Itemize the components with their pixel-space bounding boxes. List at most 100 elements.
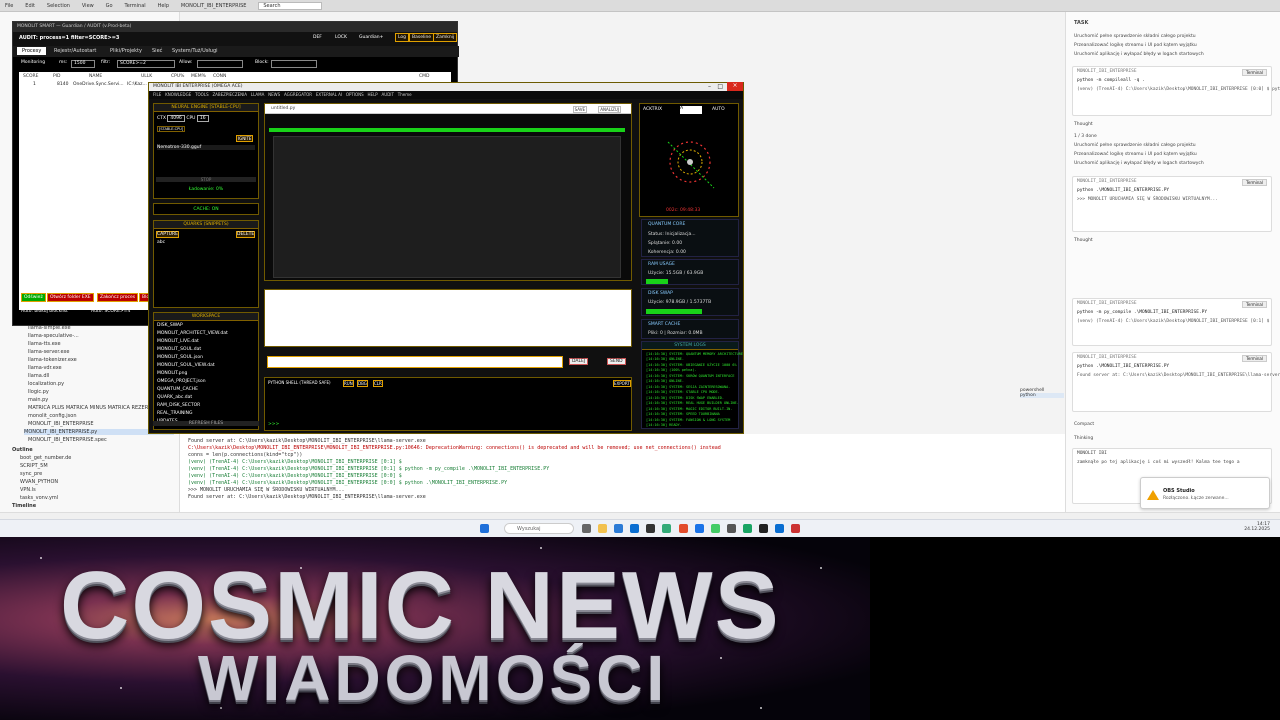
tab-rejestr[interactable]: Rejestr/Autostart bbox=[49, 47, 101, 55]
explorer-item[interactable]: llama-vdr.exe bbox=[28, 365, 62, 371]
explorer-item[interactable]: MONOLIT_IBI_ENTERPRISE.spec bbox=[28, 437, 107, 443]
column-header[interactable]: CMD bbox=[419, 74, 430, 79]
editor-tab[interactable]: untitled.py bbox=[271, 106, 295, 111]
outline-item[interactable]: tasks_vonv.yml bbox=[20, 495, 58, 501]
app-icon[interactable] bbox=[662, 524, 671, 533]
acktrix-checkbox[interactable]: ACKTRIX bbox=[643, 107, 662, 112]
column-header[interactable]: CPU% bbox=[171, 74, 184, 79]
thought-label[interactable]: Thought bbox=[1074, 238, 1093, 243]
terminal-button[interactable]: Terminal bbox=[1242, 355, 1267, 362]
menu-terminal[interactable]: Terminal bbox=[125, 3, 146, 9]
tab-system[interactable]: System/Tuż/Usługi bbox=[167, 47, 223, 55]
tab-pliki[interactable]: Pliki/Projekty bbox=[105, 47, 147, 55]
column-header[interactable]: PID bbox=[53, 74, 61, 79]
menu-aggregator[interactable]: AGGREGATOR bbox=[284, 92, 312, 97]
workspace-file[interactable]: MONOLIT_ARCHITECT_VIEW.dat bbox=[157, 331, 228, 336]
column-header[interactable]: CONN bbox=[213, 74, 226, 79]
obs-notification[interactable]: OBS Studio Rozłączono. Łącze zerwane... bbox=[1140, 477, 1270, 509]
outline-item[interactable]: SCRIPT_5M bbox=[20, 463, 48, 469]
thought-label[interactable]: Thought bbox=[1074, 122, 1093, 127]
column-header[interactable]: ULLK bbox=[141, 74, 152, 79]
delete-button[interactable]: DELETE bbox=[236, 231, 256, 238]
workspace-file[interactable]: MONOLIT_SOUL.dat bbox=[157, 347, 201, 352]
baseline-button[interactable]: Baseline bbox=[409, 33, 435, 42]
ms-input[interactable]: 1500 bbox=[71, 60, 95, 68]
column-header[interactable]: SCORE bbox=[23, 74, 39, 79]
terminal-tab-python[interactable]: python bbox=[1020, 393, 1064, 398]
compact-label[interactable]: Compact bbox=[1074, 422, 1094, 427]
menu-knowledge[interactable]: KNOWLEDGE bbox=[165, 92, 191, 97]
vscode-icon[interactable] bbox=[630, 524, 639, 533]
tab-procesy[interactable]: Procesy bbox=[17, 47, 47, 55]
filter-input[interactable]: SCORE>=2 bbox=[117, 60, 175, 68]
taskbar-search[interactable]: Wyszukaj bbox=[504, 523, 574, 534]
menu-help[interactable]: Help bbox=[158, 3, 169, 9]
menu-file[interactable]: File bbox=[5, 3, 13, 9]
block-input[interactable] bbox=[271, 60, 317, 68]
refresh-files-button[interactable]: REFRESH FILES bbox=[153, 421, 259, 426]
shell-prompt[interactable]: >>> bbox=[268, 422, 279, 427]
column-header[interactable]: NAME bbox=[89, 74, 102, 79]
menu-tools[interactable]: TOOLS bbox=[195, 92, 209, 97]
brave-icon[interactable] bbox=[679, 524, 688, 533]
log-button[interactable]: Log bbox=[395, 33, 410, 42]
terminal-icon[interactable] bbox=[646, 524, 655, 533]
outline-item[interactable]: boot_get_number.de bbox=[20, 455, 71, 461]
search-box[interactable]: Search bbox=[258, 2, 322, 10]
workspace-file[interactable]: MONOLIT_SOUL_VIEW.dat bbox=[157, 363, 215, 368]
workspace-file[interactable]: RAM_DISK_SECTOR bbox=[157, 403, 200, 408]
stop-button[interactable]: STOP bbox=[156, 177, 256, 182]
code-editor[interactable] bbox=[273, 136, 621, 278]
close-icon[interactable]: × bbox=[727, 82, 743, 91]
menu-audit[interactable]: AUDIT bbox=[382, 92, 394, 97]
menu-view[interactable]: View bbox=[82, 3, 94, 9]
terminal-button[interactable]: Terminal bbox=[1242, 301, 1267, 308]
clock[interactable]: 14:17 24.12.2025 bbox=[1244, 522, 1270, 532]
terminal-button[interactable]: Terminal bbox=[1242, 69, 1267, 76]
menu-selection[interactable]: Selection bbox=[47, 3, 70, 9]
workspace-file[interactable]: MONOLIT.png bbox=[157, 371, 187, 376]
explorer-item[interactable]: llama-speculative-... bbox=[28, 333, 79, 339]
ctx-input[interactable]: 4096 bbox=[167, 115, 185, 122]
menu-file[interactable]: FILE bbox=[153, 92, 161, 97]
explorer-item[interactable]: localization.py bbox=[28, 381, 64, 387]
explorer-item[interactable]: main.py bbox=[28, 397, 48, 403]
store-icon[interactable] bbox=[614, 524, 623, 533]
menu-theme[interactable]: Theme bbox=[398, 92, 412, 97]
menu-llama[interactable]: LLAMA bbox=[251, 92, 264, 97]
auto-block-checkbox[interactable]: Auto: blokuj blocklist bbox=[21, 309, 68, 314]
capture-button[interactable]: CAPTURE bbox=[156, 231, 179, 238]
column-header[interactable]: MEM% bbox=[191, 74, 206, 79]
open-folder-button[interactable]: Otwórz folder EXE bbox=[47, 293, 94, 302]
menu-options[interactable]: OPTIONS bbox=[346, 92, 364, 97]
app-icon[interactable] bbox=[775, 524, 784, 533]
minimize-icon[interactable]: – bbox=[708, 83, 711, 90]
acktrix-input[interactable]: A bbox=[680, 106, 702, 114]
clear-button[interactable]: CLR bbox=[373, 380, 383, 387]
taskview-icon[interactable] bbox=[582, 524, 591, 533]
menu-go[interactable]: Go bbox=[106, 3, 113, 9]
menu-news[interactable]: NEWS bbox=[268, 92, 280, 97]
quark-item[interactable]: abc bbox=[157, 240, 165, 245]
workspace-file[interactable]: QUARK_abc.dat bbox=[157, 395, 192, 400]
app-icon[interactable] bbox=[727, 524, 736, 533]
debug-button[interactable]: DBG bbox=[357, 380, 368, 387]
send-button[interactable]: SEND bbox=[607, 358, 626, 365]
workspace-file[interactable]: OMEGA_PROJECT.json bbox=[157, 379, 206, 384]
workspace-file[interactable]: QUANTUM_CACHE bbox=[157, 387, 198, 392]
edge-icon[interactable] bbox=[695, 524, 704, 533]
workspace-file[interactable]: MONOLIT_SOUL.json bbox=[157, 355, 203, 360]
maximize-icon[interactable]: □ bbox=[717, 83, 723, 90]
explorer-item[interactable]: llama-server.exe bbox=[28, 349, 69, 355]
close-audit-button[interactable]: Zamknij bbox=[433, 33, 458, 42]
timeline-header[interactable]: Timeline bbox=[12, 503, 36, 509]
model-label[interactable]: MONOLIT IBI bbox=[1073, 449, 1271, 458]
folder-icon[interactable] bbox=[598, 524, 607, 533]
refresh-button[interactable]: Odśwież bbox=[21, 293, 46, 302]
explorer-item[interactable]: llama-tokenizer.exe bbox=[28, 357, 77, 363]
explorer-item[interactable]: MATRICA PLUS MATRICA MINUS MATRICA REZER… bbox=[28, 405, 151, 411]
def-checkbox[interactable]: DEF bbox=[311, 34, 324, 41]
model-select[interactable]: Nemotron-330.gguf bbox=[157, 145, 255, 150]
obs-icon[interactable] bbox=[759, 524, 768, 533]
guardian-checkbox[interactable]: Guardian+ bbox=[357, 34, 385, 41]
